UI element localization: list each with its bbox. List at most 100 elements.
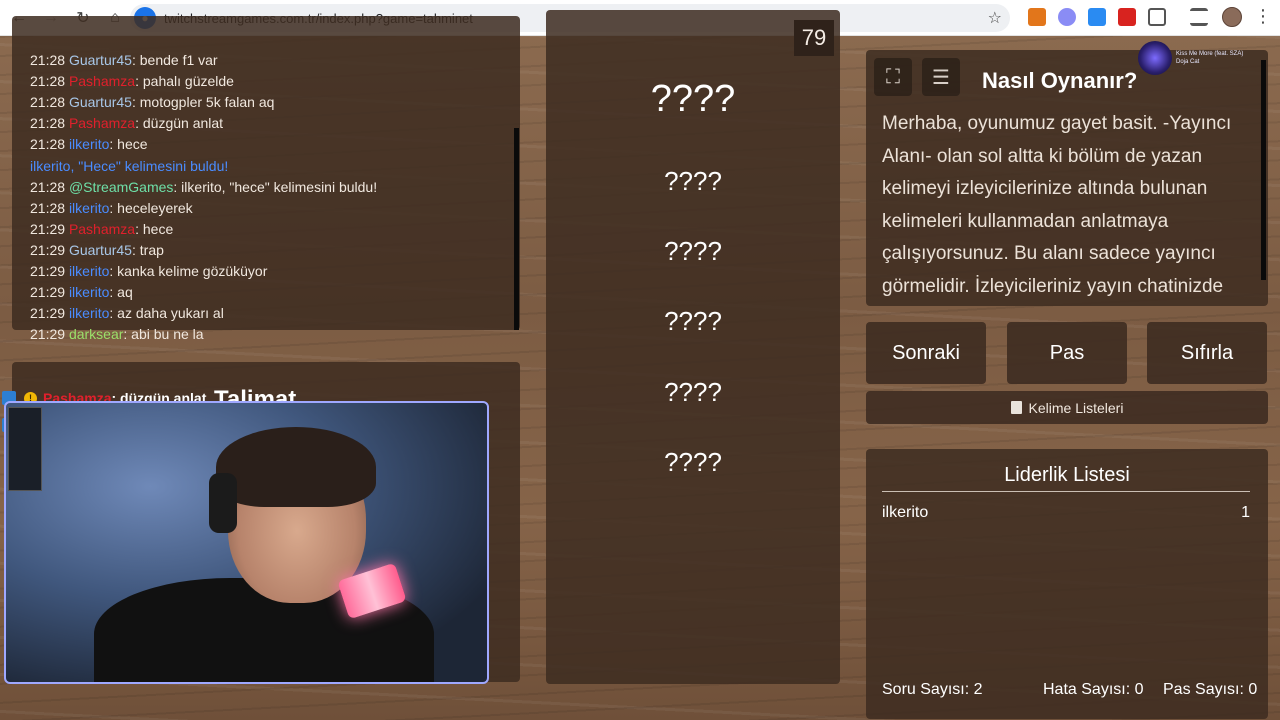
- chat-username[interactable]: ilkerito: [69, 136, 109, 152]
- leaderboard-title: Liderlik Listesi: [1004, 464, 1130, 486]
- chat-username[interactable]: Guartur45: [69, 52, 132, 68]
- audio-extension-icon[interactable]: [1088, 8, 1106, 26]
- question-count: Soru Sayısı: 2: [882, 681, 983, 698]
- chat-username[interactable]: Pashamza: [69, 221, 135, 237]
- chat-username[interactable]: Pashamza: [69, 115, 135, 131]
- streamer-hair: [216, 427, 376, 507]
- chat-time: 21:28: [30, 94, 69, 111]
- leaderboard-score: 1: [1241, 504, 1250, 521]
- chat-scrollbar[interactable]: [514, 128, 519, 330]
- chat-username[interactable]: ilkerito: [69, 305, 109, 321]
- now-playing-title: Kiss Me More (feat. SZA): [1176, 51, 1244, 57]
- chat-message: 21:29 darksear: abi bu ne la: [30, 326, 204, 342]
- how-to-text: Merhaba, oyunumuz gayet basit. -Yayıncı …: [882, 113, 1232, 297]
- profile-avatar[interactable]: [1222, 7, 1242, 27]
- chat-message: 21:29 ilkerito: az daha yukarı al: [30, 305, 224, 321]
- chat-text: : hece: [135, 220, 174, 237]
- chat-time: 21:29: [30, 241, 69, 258]
- chat-text: : az daha yukarı al: [109, 305, 224, 322]
- next-button[interactable]: Sonraki: [866, 322, 986, 384]
- timer-counter: 79: [794, 20, 834, 56]
- how-to-title: Nasıl Oynanır?: [982, 68, 1138, 93]
- wall-frame: [8, 407, 42, 491]
- chat-username[interactable]: @StreamGames: [69, 179, 173, 195]
- reset-button[interactable]: Sıfırla: [1147, 322, 1267, 384]
- extension-icon[interactable]: [1058, 8, 1076, 26]
- chat-text: : abi bu ne la: [123, 326, 204, 343]
- pdf-extension-icon[interactable]: [1118, 8, 1136, 26]
- chat-message: ilkerito, "Hece" kelimesini buldu!: [30, 158, 228, 174]
- chat-system-message: ilkerito, "Hece" kelimesini buldu!: [30, 157, 229, 174]
- clipboard-icon: [1010, 401, 1022, 414]
- word-lists-button[interactable]: Kelime Listeleri: [866, 391, 1268, 424]
- bookmark-star-icon[interactable]: ☆: [988, 8, 1002, 28]
- how-to-scrollbar[interactable]: [1261, 60, 1266, 280]
- chat-time: 21:28: [30, 52, 69, 68]
- media-control-icon[interactable]: [1190, 8, 1208, 26]
- chat-time: 21:28: [30, 199, 69, 216]
- forbidden-word-5: ????: [664, 447, 722, 477]
- now-playing-widget: Kiss Me More (feat. SZA) Doja Cat: [1138, 40, 1266, 76]
- target-word: ????: [650, 78, 736, 120]
- chat-time: 21:28: [30, 73, 69, 90]
- chat-username[interactable]: ilkerito: [69, 263, 109, 279]
- chat-time: 21:28: [30, 136, 69, 153]
- browser-menu-icon[interactable]: ⋮: [1254, 6, 1272, 27]
- chat-message: 21:28 Guartur45: motogpler 5k falan aq: [30, 94, 274, 110]
- chat-text: : motogpler 5k falan aq: [131, 94, 275, 111]
- chat-time: 21:29: [30, 284, 69, 301]
- chat-text: : düzgün anlat: [135, 115, 224, 132]
- pass-count: Pas Sayısı: 0: [1163, 681, 1258, 698]
- chat-message: 21:28 @StreamGames: ilkerito, "hece" kel…: [30, 179, 377, 195]
- headphones: [209, 473, 237, 533]
- chat-text: : pahalı güzelde: [135, 73, 234, 90]
- leaderboard-name: ilkerito: [882, 504, 929, 521]
- chat-text: : aq: [109, 284, 133, 301]
- chat-text: : bende f1 var: [131, 52, 218, 68]
- chat-text: : trap: [131, 241, 164, 258]
- fullscreen-icon[interactable]: ⛶: [874, 58, 912, 96]
- chat-message: 21:28 ilkerito: hece: [30, 136, 148, 152]
- leaderboard-divider: [882, 491, 1250, 492]
- chat-message: 21:28 Pashamza: pahalı güzelde: [30, 73, 234, 89]
- now-playing-artist: Doja Cat: [1176, 59, 1200, 65]
- leaderboard-panel: [866, 449, 1268, 719]
- chat-time: 21:29: [30, 263, 69, 279]
- notes-icon[interactable]: ☰: [922, 58, 960, 96]
- extensions-puzzle-icon[interactable]: [1148, 8, 1166, 26]
- chat-username[interactable]: ilkerito: [69, 284, 109, 300]
- chat-message: 21:28 ilkerito: heceleyerek: [30, 200, 193, 216]
- chat-message: 21:29 Guartur45: trap: [30, 242, 164, 258]
- chat-text: : kanka kelime gözüküyor: [109, 263, 268, 279]
- metamask-extension-icon[interactable]: [1028, 8, 1046, 26]
- chat-time: 21:29: [30, 305, 69, 322]
- chat-time: 21:28: [30, 115, 69, 132]
- pass-button[interactable]: Pas: [1007, 322, 1127, 384]
- chat-message: 21:29 Pashamza: hece: [30, 221, 173, 237]
- error-count: Hata Sayısı: 0: [1043, 681, 1144, 698]
- chat-username[interactable]: Guartur45: [69, 242, 132, 258]
- forbidden-word-3: ????: [664, 306, 722, 336]
- forbidden-word-1: ????: [664, 166, 722, 196]
- chat-time: 21:29: [30, 326, 69, 343]
- chat-message: 21:29 ilkerito: aq: [30, 284, 133, 300]
- chat-time: 21:29: [30, 220, 69, 237]
- leaderboard-row: ilkerito 1: [882, 504, 1250, 522]
- forbidden-word-2: ????: [664, 236, 722, 266]
- webcam-feed: [4, 401, 489, 684]
- chat-username[interactable]: Pashamza: [69, 73, 135, 89]
- how-to-toolbar: ⛶ ☰: [874, 58, 960, 96]
- forbidden-word-4: ????: [664, 377, 722, 407]
- chat-text: : hece: [109, 136, 148, 153]
- chat-message: 21:29 ilkerito: kanka kelime gözüküyor: [30, 263, 267, 279]
- chat-time: 21:28: [30, 178, 69, 195]
- chat-text: : heceleyerek: [109, 199, 193, 216]
- album-art-icon: [1138, 41, 1172, 75]
- chat-message: 21:28 Guartur45: bende f1 var: [30, 52, 218, 68]
- word-lists-label: Kelime Listeleri: [1028, 399, 1124, 416]
- chat-username[interactable]: darksear: [69, 326, 123, 342]
- chat-text: : ilkerito, "hece" kelimesini buldu!: [173, 178, 378, 195]
- chat-message: 21:28 Pashamza: düzgün anlat: [30, 115, 223, 131]
- chat-username[interactable]: ilkerito: [69, 200, 109, 216]
- chat-username[interactable]: Guartur45: [69, 94, 132, 110]
